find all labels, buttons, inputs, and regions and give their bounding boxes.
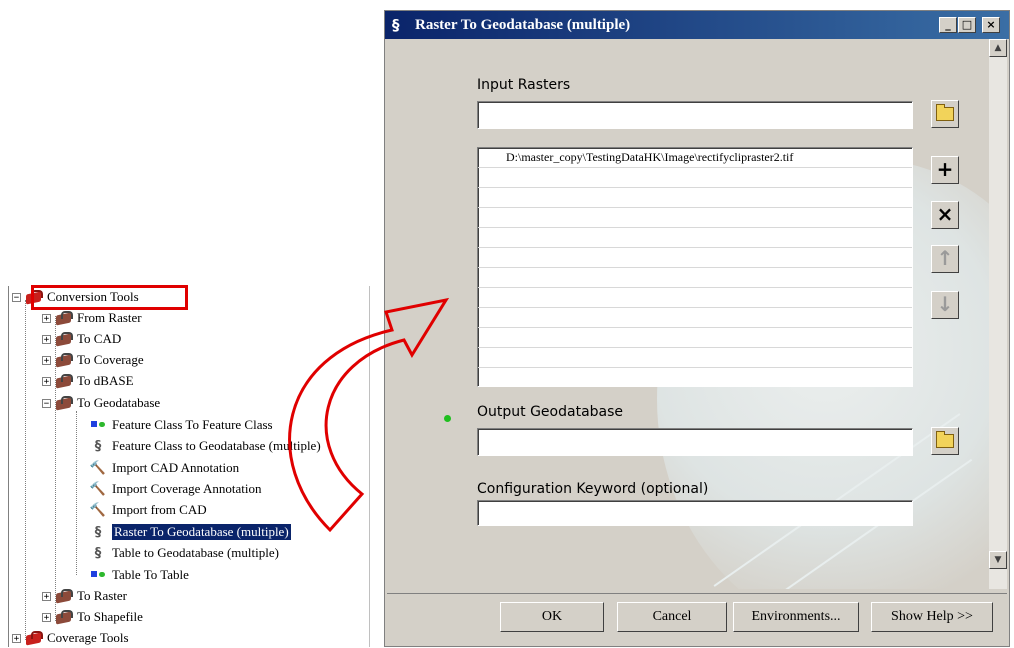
curved-arrow-icon — [288, 297, 450, 533]
annotation-arrow — [288, 297, 450, 533]
